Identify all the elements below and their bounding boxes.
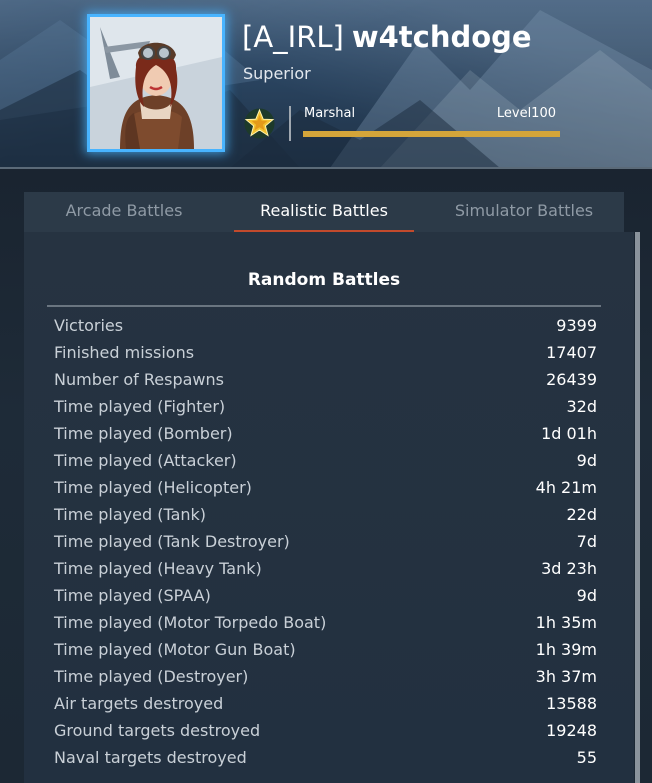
stat-value: 55 <box>576 748 597 767</box>
stat-row: Time played (Attacker) 9d <box>54 447 597 474</box>
stat-row: Time played (Bomber) 1d 01h <box>54 420 597 447</box>
tab-simulator-battles[interactable]: Simulator Battles <box>424 192 624 232</box>
stat-value: 3h 37m <box>535 667 597 686</box>
section-divider <box>47 305 601 307</box>
stat-value: 17407 <box>546 343 597 362</box>
stat-row: Victories 9399 <box>54 312 597 339</box>
stat-label: Time played (Attacker) <box>54 451 237 470</box>
stat-label: Time played (Tank) <box>54 505 207 524</box>
stat-label: Naval targets destroyed <box>54 748 247 767</box>
stat-label: Time played (Motor Torpedo Boat) <box>54 613 327 632</box>
level-label: Level100 <box>496 106 556 121</box>
stat-row: Time played (Helicopter) 4h 21m <box>54 474 597 501</box>
stat-label: Finished missions <box>54 343 195 362</box>
stat-value: 26439 <box>546 370 597 389</box>
stat-row: Time played (Motor Torpedo Boat) 1h 35m <box>54 609 597 636</box>
battle-mode-tabs: Arcade Battles Realistic Battles Simulat… <box>24 192 624 232</box>
stat-value: 19248 <box>546 721 597 740</box>
stat-row: Naval targets destroyed 55 <box>54 744 597 771</box>
stat-value: 9d <box>576 586 597 605</box>
stats-list: Victories 9399 Finished missions 17407 Numbe… <box>54 312 597 771</box>
stat-label: Number of Respawns <box>54 370 224 389</box>
pilot-girl-avatar-icon <box>90 17 222 149</box>
stat-value: 13588 <box>546 694 597 713</box>
tab-arcade-battles[interactable]: Arcade Battles <box>24 192 224 232</box>
level-progress-fill <box>303 131 560 137</box>
stat-row: Time played (Tank Destroyer) 7d <box>54 528 597 555</box>
stat-row: Time played (Destroyer) 3h 37m <box>54 663 597 690</box>
level-progress-bar <box>303 131 560 137</box>
stat-row: Time played (SPAA) 9d <box>54 582 597 609</box>
stat-label: Time played (Tank Destroyer) <box>54 532 290 551</box>
stat-value: 4h 21m <box>535 478 597 497</box>
section-title: Random Battles <box>247 270 401 290</box>
stat-value: 7d <box>576 532 597 551</box>
tab-realistic-battles[interactable]: Realistic Battles <box>224 192 424 232</box>
stat-value: 1d 01h <box>541 424 597 443</box>
scrollbar[interactable] <box>635 232 640 783</box>
stat-value: 22d <box>566 505 597 524</box>
stat-value: 1h 35m <box>535 613 597 632</box>
player-nickname: w4tchdoge <box>351 20 532 54</box>
stat-value: 9399 <box>556 316 597 335</box>
avatar[interactable] <box>87 14 225 152</box>
stat-value: 3d 23h <box>541 559 597 578</box>
stat-label: Time played (Fighter) <box>54 397 226 416</box>
stat-label: Time played (Helicopter) <box>54 478 252 497</box>
stat-row: Time played (Fighter) 32d <box>54 393 597 420</box>
stat-label: Time played (Destroyer) <box>54 667 249 686</box>
stat-label: Time played (SPAA) <box>54 586 211 605</box>
stat-row: Time played (Motor Gun Boat) 1h 39m <box>54 636 597 663</box>
profile-header: [A_IRL] w4tchdoge Superior Marshal Level1… <box>0 0 652 168</box>
stat-value: 1h 39m <box>535 640 597 659</box>
stat-row: Time played (Tank) 22d <box>54 501 597 528</box>
stat-label: Time played (Heavy Tank) <box>54 559 262 578</box>
stat-label: Air targets destroyed <box>54 694 224 713</box>
stat-label: Victories <box>54 316 124 335</box>
clan-tag[interactable]: [A_IRL] <box>242 20 344 54</box>
player-name: [A_IRL] w4tchdoge <box>242 18 532 58</box>
stat-value: 9d <box>576 451 597 470</box>
player-title[interactable]: Superior <box>243 64 311 83</box>
stat-label: Ground targets destroyed <box>54 721 261 740</box>
star-rank-icon <box>244 108 275 139</box>
rank-name: Marshal <box>304 106 356 121</box>
stat-label: Time played (Bomber) <box>54 424 233 443</box>
stat-label: Time played (Motor Gun Boat) <box>54 640 296 659</box>
stat-row: Number of Respawns 26439 <box>54 366 597 393</box>
stat-row: Ground targets destroyed 19248 <box>54 717 597 744</box>
stat-row: Finished missions 17407 <box>54 339 597 366</box>
stat-row: Air targets destroyed 13588 <box>54 690 597 717</box>
stat-row: Time played (Heavy Tank) 3d 23h <box>54 555 597 582</box>
rank-separator <box>289 106 291 141</box>
stat-value: 32d <box>566 397 597 416</box>
